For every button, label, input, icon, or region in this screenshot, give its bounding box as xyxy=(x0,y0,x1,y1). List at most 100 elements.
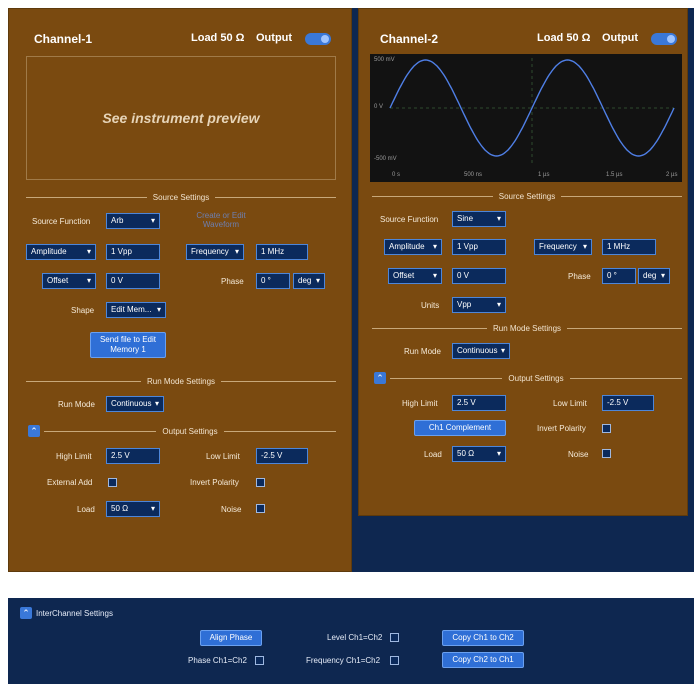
ch2-run-mode-select[interactable]: Continuous xyxy=(452,343,510,359)
channel-2-load: Load 50 Ω xyxy=(537,32,591,44)
ch1-offset-input[interactable]: 0 V xyxy=(106,273,160,289)
ch2-frequency-input[interactable]: 1 MHz xyxy=(602,239,656,255)
ch2-output-settings-collapse-icon[interactable]: ⌃ xyxy=(374,372,386,384)
ch1-offset-select[interactable]: Offset xyxy=(42,273,96,289)
ch2-run-mode-divider: Run Mode Settings xyxy=(372,322,683,334)
ch1-output-settings-collapse-icon[interactable]: ⌃ xyxy=(28,425,40,437)
ch1-invert-polarity-checkbox[interactable] xyxy=(256,478,265,487)
plot-x-label-1: 500 ns xyxy=(464,172,483,178)
plot-y-top-label: 500 mV xyxy=(374,57,395,63)
ch2-phase-unit-select[interactable]: deg xyxy=(638,268,670,284)
ch1-external-add-checkbox[interactable] xyxy=(108,478,117,487)
channel-1-load: Load 50 Ω xyxy=(191,32,245,44)
ch2-offset-select[interactable]: Offset xyxy=(388,268,442,284)
ch2-load-label: Load xyxy=(424,450,442,459)
copy-ch1-to-ch2-button[interactable]: Copy Ch1 to Ch2 xyxy=(442,630,524,646)
ch1-load-label: Load xyxy=(77,505,95,514)
plot-y-mid-label: 0 V xyxy=(374,104,384,110)
frequency-eq-label: Frequency Ch1=Ch2 xyxy=(306,656,381,665)
ch1-phase-unit-select[interactable]: deg xyxy=(293,273,325,289)
ch1-load-select[interactable]: 50 Ω xyxy=(106,501,160,517)
interchannel-collapse-icon[interactable]: ⌃ xyxy=(20,607,32,619)
channel-1-output-toggle[interactable] xyxy=(305,33,331,45)
ch2-noise-label: Noise xyxy=(568,450,589,459)
ch1-amplitude-input[interactable]: 1 Vpp xyxy=(106,244,160,260)
ch1-high-limit-label: High Limit xyxy=(56,452,92,461)
interchannel-title: InterChannel Settings xyxy=(36,609,113,618)
ch1-low-limit-label: Low Limit xyxy=(206,452,240,461)
plot-x-label-0: 0 s xyxy=(392,172,401,178)
instrument-preview: See instrument preview xyxy=(26,56,336,180)
ch1-output-settings-heading: Output Settings xyxy=(162,426,218,436)
ch1-source-settings-heading: Source Settings xyxy=(152,192,210,202)
preview-text: See instrument preview xyxy=(102,110,260,126)
ch2-offset-input[interactable]: 0 V xyxy=(452,268,506,284)
ch1-amplitude-select[interactable]: Amplitude xyxy=(26,244,96,260)
ch1-frequency-select[interactable]: Frequency xyxy=(186,244,244,260)
plot-x-label-3: 1.5 µs xyxy=(606,172,623,178)
ch2-high-limit-input[interactable]: 2.5 V xyxy=(452,395,506,411)
ch1-invert-polarity-label: Invert Polarity xyxy=(190,478,239,487)
ch1-external-add-label: External Add xyxy=(47,478,93,487)
waveform-svg xyxy=(389,58,675,166)
ch1-source-settings-divider: Source Settings xyxy=(26,191,337,203)
phase-eq-checkbox[interactable] xyxy=(255,656,264,665)
ch2-amplitude-select[interactable]: Amplitude xyxy=(384,239,442,255)
level-eq-checkbox[interactable] xyxy=(390,633,399,642)
ch2-source-function-select[interactable]: Sine xyxy=(452,211,506,227)
align-phase-button[interactable]: Align Phase xyxy=(200,630,262,646)
frequency-eq-checkbox[interactable] xyxy=(390,656,399,665)
channel-1-output-label: Output xyxy=(256,32,293,44)
ch2-invert-polarity-checkbox[interactable] xyxy=(602,424,611,433)
plot-y-bot-label: -500 mV xyxy=(374,156,397,162)
ch2-noise-checkbox[interactable] xyxy=(602,449,611,458)
ch2-invert-polarity-label: Invert Polarity xyxy=(537,424,586,433)
ch2-units-label: Units xyxy=(421,301,440,310)
ch2-amplitude-input[interactable]: 1 Vpp xyxy=(452,239,506,255)
ch1-frequency-input[interactable]: 1 MHz xyxy=(256,244,308,260)
ch2-phase-label: Phase xyxy=(568,272,591,281)
ch2-source-function-label: Source Function xyxy=(380,215,439,224)
ch2-high-limit-label: High Limit xyxy=(402,399,438,408)
channel-1-title: Channel-1 xyxy=(34,32,93,46)
ch1-source-function-label: Source Function xyxy=(32,217,91,226)
ch1-phase-label: Phase xyxy=(221,277,244,286)
ch1-complement-button[interactable]: Ch1 Complement xyxy=(414,420,506,436)
plot-x-label-2: 1 µs xyxy=(538,172,550,178)
ch1-shape-select[interactable]: Edit Mem... xyxy=(106,302,166,318)
ch2-units-select[interactable]: Vpp xyxy=(452,297,506,313)
level-eq-label: Level Ch1=Ch2 xyxy=(327,633,383,642)
ch2-run-mode-label: Run Mode xyxy=(404,347,441,356)
ch1-run-mode-select[interactable]: Continuous xyxy=(106,396,164,412)
ch2-low-limit-input[interactable]: -2.5 V xyxy=(602,395,654,411)
ch1-noise-label: Noise xyxy=(221,505,242,514)
ch1-send-file-button[interactable]: Send file to Edit Memory 1 xyxy=(90,332,166,358)
ch2-phase-input[interactable]: 0 ° xyxy=(602,268,636,284)
ch2-load-select[interactable]: 50 Ω xyxy=(452,446,506,462)
ch2-output-settings-heading: Output Settings xyxy=(508,373,564,383)
ch2-output-settings-divider: Output Settings xyxy=(390,372,682,384)
channel-2-title: Channel-2 xyxy=(380,32,439,46)
ch1-shape-label: Shape xyxy=(71,306,95,315)
ch1-run-mode-settings-heading: Run Mode Settings xyxy=(146,376,216,386)
ch1-run-mode-divider: Run Mode Settings xyxy=(26,375,337,387)
ch1-source-function-select[interactable]: Arb xyxy=(106,213,160,229)
plot-x-label-4: 2 µs xyxy=(666,172,678,178)
channel-2-output-toggle[interactable] xyxy=(651,33,677,45)
ch2-frequency-select[interactable]: Frequency xyxy=(534,239,592,255)
ch1-low-limit-input[interactable]: -2.5 V xyxy=(256,448,308,464)
ch1-phase-input[interactable]: 0 ° xyxy=(256,273,290,289)
ch1-high-limit-input[interactable]: 2.5 V xyxy=(106,448,160,464)
channel-2-output-label: Output xyxy=(602,32,639,44)
copy-ch2-to-ch1-button[interactable]: Copy Ch2 to Ch1 xyxy=(442,652,524,668)
ch2-low-limit-label: Low Limit xyxy=(553,399,587,408)
ch2-source-settings-heading: Source Settings xyxy=(498,191,556,201)
ch2-run-mode-settings-heading: Run Mode Settings xyxy=(492,323,562,333)
ch2-source-settings-divider: Source Settings xyxy=(372,190,683,202)
ch1-run-mode-label: Run Mode xyxy=(58,400,95,409)
waveform-plot: 500 mV 0 V -500 mV 0 s 500 ns 1 µs 1.5 µ… xyxy=(370,54,682,182)
phase-eq-label: Phase Ch1=Ch2 xyxy=(188,656,247,665)
ch1-output-settings-divider: Output Settings xyxy=(44,425,336,437)
ch1-create-edit-waveform-link[interactable]: Create or Edit Waveform xyxy=(186,211,256,229)
ch1-noise-checkbox[interactable] xyxy=(256,504,265,513)
